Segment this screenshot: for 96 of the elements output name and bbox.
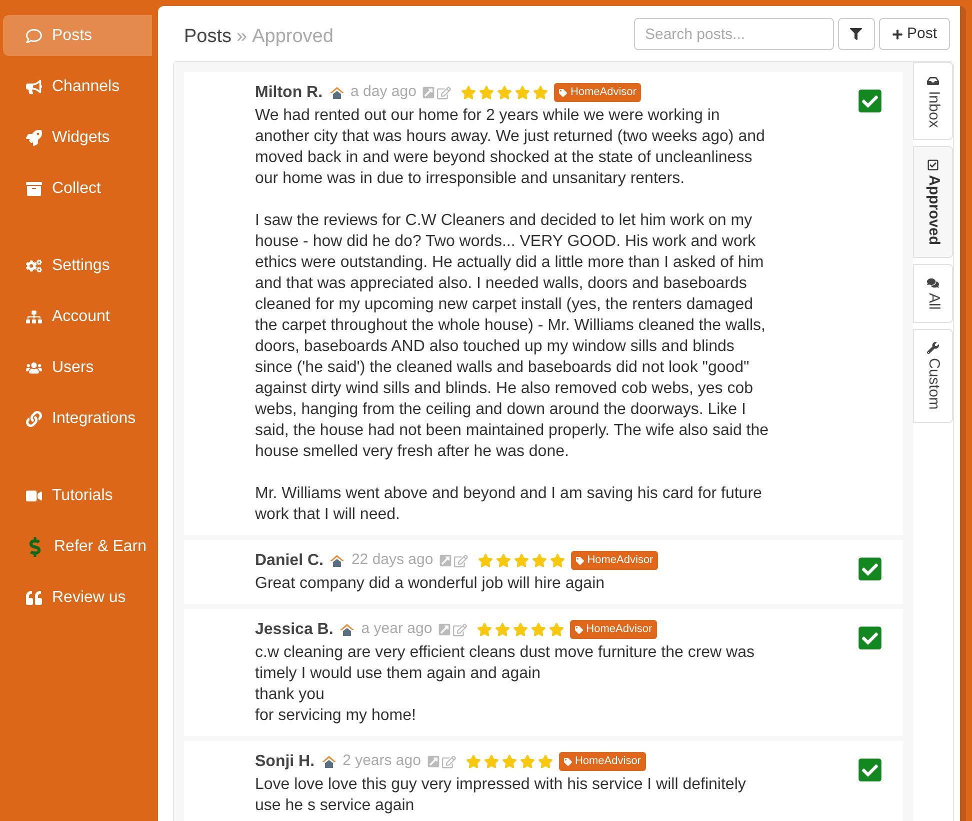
sidebar-item[interactable]: Channels [3, 66, 152, 107]
video-camera-icon [26, 488, 42, 504]
review-time: a day ago [350, 82, 416, 102]
plus-icon [892, 28, 903, 40]
filter-button[interactable] [838, 18, 875, 50]
archive-box-icon [26, 180, 42, 196]
review-text: I saw the reviews for C.W Cleaners and decided to let him work on my house - how did he do? Two words... VERY GOOD. His work and work ethics were outstanding. He actually did a little more than I asked of him and that was appreciated also. I needed walls, doors and baseboards cleaned for my upcoming new carpet install (yes, the renters damaged the carpet throughout the whole house) - Mr. Williams cleaned the walls, doors, baseboards AND also touched up my window sills and blinds since ('he said') the cleaned walls and baseboards did not look "good" against dirty wind sills and blinds. He also removed cob webs, yes cob webs, hanging from the ceiling and down around the doorways. Like I said, the house had not been maintained properly. The wife also said the house smelled very fresh after he was done. [255, 210, 770, 462]
star-icon [466, 754, 481, 769]
add-post-button[interactable]: Post [878, 18, 950, 50]
settings-icon [26, 258, 42, 274]
review-time: 2 years ago [342, 751, 421, 772]
review-text: We had rented out our home for 2 years while we were working in another city that was hours away. We just returned (two weeks ago) and moved back in and were beyond shocked at the state of uncleanliness our home was in due to irresponsible and unsanitary renters. [255, 106, 766, 188]
speech-bubble-icon [26, 28, 42, 44]
chat-bubbles-icon [927, 277, 939, 290]
reviewer-name: Jessica B. [255, 620, 334, 640]
side-tab[interactable]: Inbox [913, 62, 953, 140]
star-icon [532, 553, 548, 568]
source-tag: HomeAdvisor [570, 620, 658, 639]
sidebar-item[interactable]: Settings [3, 245, 152, 286]
page-title: Posts [184, 25, 232, 49]
sidebar-item[interactable]: Posts [3, 15, 152, 56]
quote-icon [26, 590, 42, 606]
edit-icon[interactable] [454, 554, 468, 568]
sidebar-item[interactable]: Collect [3, 168, 152, 209]
page-subtitle: Approved [252, 25, 334, 49]
rocket-icon [26, 130, 42, 146]
star-icon [531, 622, 546, 637]
search-field[interactable]: Search posts... [634, 18, 834, 50]
star-icon [484, 754, 499, 769]
sidebar-item[interactable]: Integrations [3, 398, 152, 439]
sidebar-item[interactable]: Widgets [3, 117, 152, 158]
side-tab[interactable]: All [913, 264, 953, 323]
tag-icon [559, 88, 568, 96]
edit-icon[interactable] [453, 622, 468, 636]
star-icon [514, 553, 530, 568]
approved-checkbox[interactable] [857, 624, 883, 650]
star-icon [495, 622, 510, 637]
star-icon [496, 553, 512, 568]
checkbox-icon [927, 159, 939, 172]
external-link-icon[interactable] [422, 86, 436, 98]
star-icon [461, 85, 476, 100]
star-icon [479, 85, 494, 100]
sidebar-item[interactable]: Tutorials [3, 475, 152, 516]
tag-icon [575, 626, 584, 634]
house-logo-icon [339, 622, 356, 636]
review-text: for servicing my home! [255, 706, 417, 726]
review-text: Great company did a wonderful job will hire again [255, 574, 606, 594]
edit-icon[interactable] [437, 86, 452, 100]
side-tab[interactable]: Custom [913, 328, 953, 423]
star-icon [549, 622, 564, 637]
external-link-icon[interactable] [439, 554, 452, 566]
side-tab[interactable]: Approved [913, 146, 953, 258]
star-icon [478, 553, 494, 568]
star-icon [538, 754, 553, 769]
sidebar-item[interactable]: Account [3, 296, 152, 337]
house-logo-icon [328, 86, 345, 100]
star-icon [533, 85, 548, 100]
megaphone-icon [26, 78, 42, 94]
tag-icon [576, 556, 584, 564]
source-tag: HomeAdvisor [554, 83, 642, 102]
source-tag: HomeAdvisor [571, 551, 658, 570]
star-icon [550, 553, 566, 568]
external-link-icon[interactable] [438, 622, 452, 636]
review-text: thank you [255, 684, 326, 704]
approved-checkbox[interactable] [857, 756, 883, 782]
approved-checkbox[interactable] [857, 556, 883, 582]
source-tag: HomeAdvisor [558, 752, 646, 771]
house-logo-icon [320, 754, 337, 768]
review-time: 22 days ago [351, 550, 434, 570]
sidebar-item[interactable]: Refer & Earn [3, 526, 152, 567]
star-icon [497, 85, 512, 100]
sitemap-icon [26, 308, 42, 324]
link-icon [26, 410, 42, 426]
wrench-icon [927, 342, 939, 354]
sidebar-item[interactable]: Users [3, 347, 152, 388]
star-icon [502, 754, 517, 769]
reviewer-name: Daniel C. [255, 550, 324, 570]
reviewer-name: Sonji H. [255, 752, 315, 772]
breadcrumb-separator: » [236, 25, 248, 49]
review-text: Love love love this guy very impressed with his service I will definitely use he s service again [255, 774, 747, 816]
star-icon [513, 622, 528, 637]
sidebar-item[interactable]: Review us [3, 577, 152, 618]
house-logo-icon [329, 554, 346, 568]
tag-icon [564, 758, 572, 766]
star-icon [520, 754, 535, 769]
review-time: a year ago [361, 619, 432, 640]
inbox-icon [927, 74, 939, 86]
reviewer-name: Milton R. [255, 82, 323, 102]
approved-checkbox[interactable] [857, 88, 883, 114]
filter-icon [850, 28, 862, 40]
edit-icon[interactable] [442, 754, 456, 768]
star-icon [515, 85, 530, 100]
review-text: Mr. Williams went above and beyond and I am saving his card for future work that I will need. [255, 484, 763, 524]
star-icon [477, 622, 492, 637]
users-icon [26, 360, 42, 376]
external-link-icon[interactable] [426, 754, 440, 768]
